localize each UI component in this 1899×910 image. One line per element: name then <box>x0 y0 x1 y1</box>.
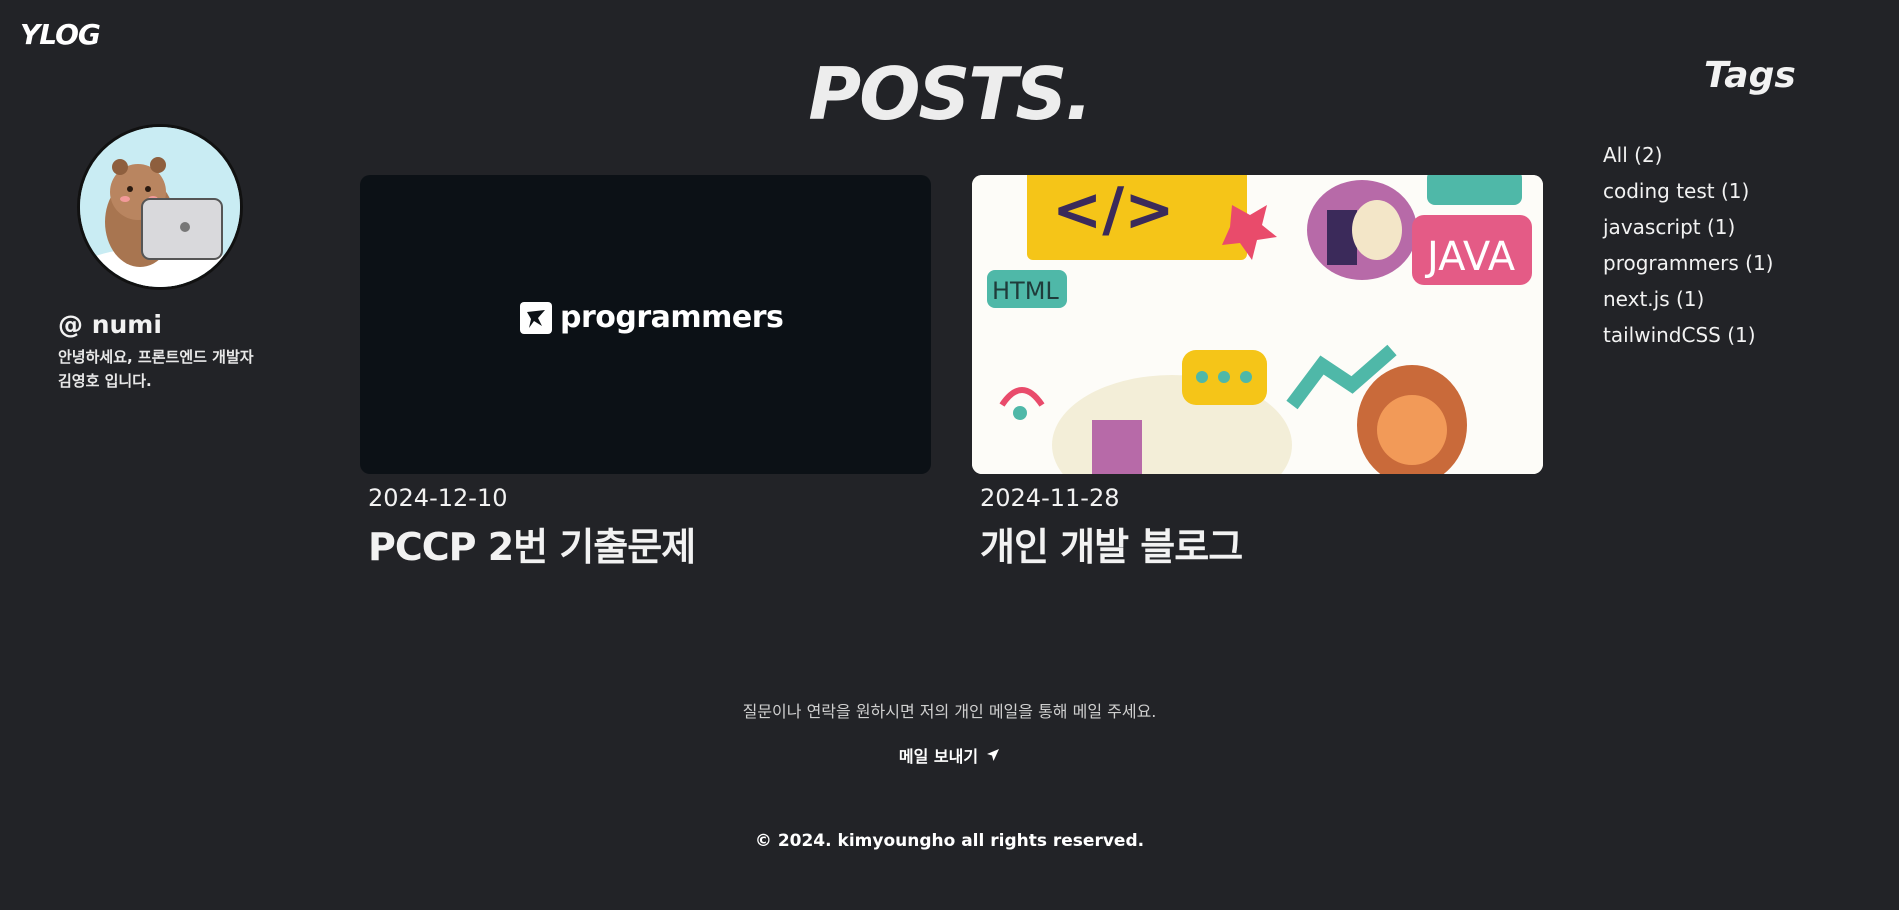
avatar <box>77 124 243 290</box>
post-thumbnail: </> HTML JAVA <box>972 175 1543 474</box>
site-logo[interactable]: YLOG <box>20 18 101 51</box>
post-card[interactable]: programmers 2024-12-10 PCCP 2번 기출문제 <box>360 175 931 571</box>
quokka-illustration-icon <box>80 127 240 287</box>
tag-item-programmers[interactable]: programmers (1) <box>1603 245 1774 281</box>
post-date: 2024-12-10 <box>368 484 508 512</box>
programmers-wordmark: programmers <box>560 300 784 335</box>
send-mail-label: 메일 보내기 <box>898 747 979 766</box>
tag-item-nextjs[interactable]: next.js (1) <box>1603 281 1774 317</box>
tag-item-tailwindcss[interactable]: tailwindCSS (1) <box>1603 317 1774 353</box>
bio-line: 안녕하세요, 프론트엔드 개발자 <box>58 348 254 366</box>
svg-text:</>: </> <box>1052 175 1174 245</box>
page-title: POSTS. <box>808 52 1092 136</box>
tag-list: All (2) coding test (1) javascript (1) p… <box>1603 137 1774 353</box>
programmers-logo: programmers <box>520 300 784 335</box>
copyright: © 2024. kimyoungho all rights reserved. <box>754 831 1145 851</box>
post-title[interactable]: 개인 개발 블로그 <box>980 516 1543 571</box>
thumbnail-java-text: JAVA <box>1424 234 1516 280</box>
profile-bio: 안녕하세요, 프론트엔드 개발자 김영호 입니다. <box>58 345 288 393</box>
post-title[interactable]: PCCP 2번 기출문제 <box>368 516 931 571</box>
tag-item-all[interactable]: All (2) <box>1603 137 1774 173</box>
profile-handle: @ numi <box>58 310 162 339</box>
tag-item-coding-test[interactable]: coding test (1) <box>1603 173 1774 209</box>
bio-line: 김영호 입니다. <box>58 372 152 390</box>
tag-item-javascript[interactable]: javascript (1) <box>1603 209 1774 245</box>
programmers-mark-icon <box>520 301 552 334</box>
mail-button-row: 메일 보내기 <box>0 743 1899 767</box>
thumbnail-html-text: HTML <box>992 277 1059 305</box>
tags-heading: Tags <box>1704 55 1796 96</box>
send-mail-button[interactable]: 메일 보내기 <box>899 743 1000 767</box>
send-arrow-icon <box>987 749 1000 761</box>
post-thumbnail: programmers <box>360 175 931 474</box>
post-card[interactable]: </> HTML JAVA 2024-11-28 개인 개발 블로그 <box>972 175 1543 571</box>
contact-text: 질문이나 연락을 원하시면 저의 개인 메일을 통해 메일 주세요. <box>742 702 1157 721</box>
post-date: 2024-11-28 <box>980 484 1120 512</box>
dev-doodle-illustration-icon: </> HTML JAVA <box>972 175 1543 474</box>
